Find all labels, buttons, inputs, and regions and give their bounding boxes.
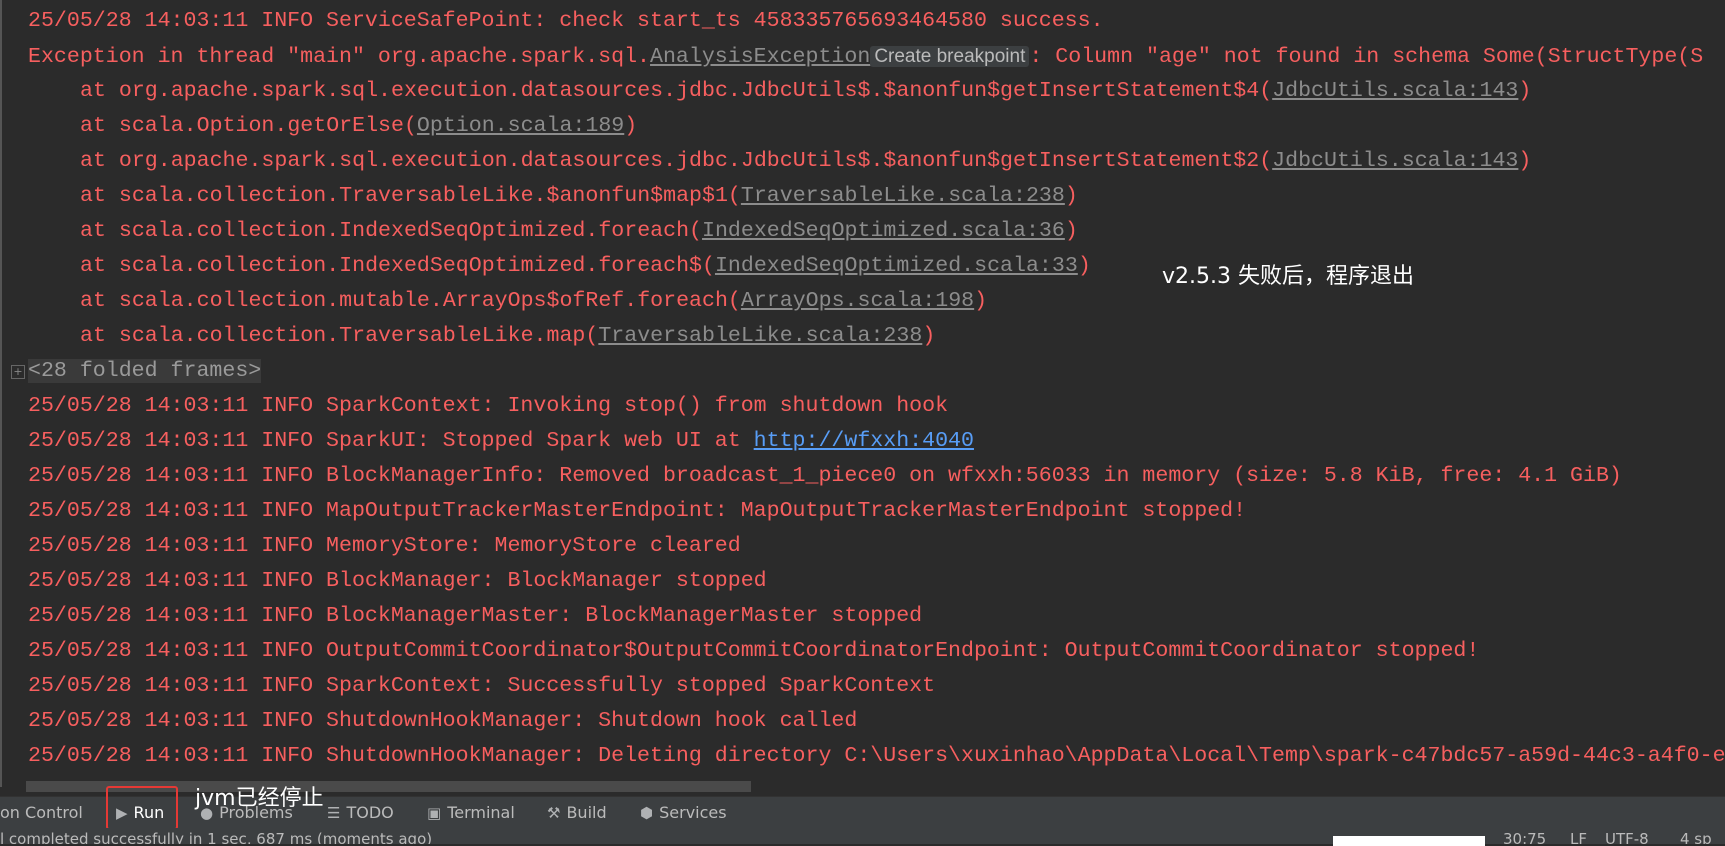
console-text: 25/05/28 14:03:11 INFO SparkContext: Inv… (28, 394, 949, 418)
create-breakpoint-button[interactable]: Create breakpoint (870, 46, 1030, 67)
status-message: l completed successfully in 1 sec, 687 m… (0, 830, 433, 844)
tab-todo[interactable]: ☰ TODO (327, 797, 394, 829)
console-line: at scala.collection.TraversableLike.$ano… (80, 179, 1078, 214)
console-text: 25/05/28 14:03:11 INFO ShutdownHookManag… (28, 744, 1725, 768)
console-line: 25/05/28 14:03:11 INFO BlockManagerMaste… (28, 599, 922, 634)
url-link[interactable]: http://wfxxh:4040 (754, 429, 974, 453)
console-text: ) (624, 114, 638, 138)
console-line: 25/05/28 14:03:11 INFO ShutdownHookManag… (28, 739, 1725, 774)
source-link[interactable]: IndexedSeqOptimized.scala:33 (715, 254, 1078, 278)
console-text: 25/05/28 14:03:11 INFO SparkContext: Suc… (28, 674, 936, 698)
annotation-jvm: jvm已经停止 (195, 786, 324, 811)
console-line: at scala.collection.IndexedSeqOptimized.… (80, 249, 1091, 284)
run-highlight-box (106, 786, 178, 830)
console-text: 25/05/28 14:03:11 INFO ServiceSafePoint:… (28, 9, 1104, 33)
run-console-output: 25/05/28 14:03:11 INFO ServiceSafePoint:… (0, 0, 1725, 787)
console-text: at scala.collection.IndexedSeqOptimized.… (80, 219, 703, 243)
console-text: ) (1064, 184, 1078, 208)
services-icon: ⬢ (640, 804, 654, 822)
console-text: 25/05/28 14:03:11 INFO ShutdownHookManag… (28, 709, 858, 733)
ime-toolbar (1333, 836, 1485, 846)
source-link[interactable]: Option.scala:189 (417, 114, 624, 138)
console-line: 25/05/28 14:03:11 INFO ShutdownHookManag… (28, 704, 857, 739)
console-text: ) (1518, 149, 1532, 173)
console-text: ) (922, 324, 936, 348)
indent-setting[interactable]: 4 sp (1680, 828, 1712, 844)
console-line: at scala.collection.TraversableLike.map(… (80, 319, 935, 354)
console-text: at scala.collection.TraversableLike.map( (80, 324, 599, 348)
expand-icon[interactable]: + (11, 365, 25, 379)
console-line: 25/05/28 14:03:11 INFO MapOutputTrackerM… (28, 494, 1246, 529)
console-line: at org.apache.spark.sql.execution.dataso… (80, 144, 1531, 179)
console-text: Exception in thread "main" org.apache.sp… (28, 45, 651, 69)
tab-build[interactable]: ⚒ Build (547, 797, 607, 829)
console-line: 25/05/28 14:03:11 INFO SparkContext: Suc… (28, 669, 935, 704)
tab-version-control[interactable]: on Control (0, 797, 83, 829)
annotation-note: v2.5.3 失败后，程序退出 (1162, 264, 1414, 289)
console-text: ) (1077, 254, 1091, 278)
console-line: 25/05/28 14:03:11 INFO MemoryStore: Memo… (28, 529, 741, 564)
console-text: at scala.collection.TraversableLike.$ano… (80, 184, 741, 208)
source-link[interactable]: TraversableLike.scala:238 (741, 184, 1065, 208)
console-text: at org.apache.spark.sql.execution.dataso… (80, 149, 1273, 173)
tab-label: Build (566, 803, 607, 822)
line-separator[interactable]: LF (1570, 828, 1587, 844)
console-line: at scala.collection.IndexedSeqOptimized.… (80, 214, 1078, 249)
console-text: at scala.collection.mutable.ArrayOps$ofR… (80, 289, 741, 313)
console-line: Exception in thread "main" org.apache.sp… (28, 39, 1703, 74)
console-line: 25/05/28 14:03:11 INFO SparkContext: Inv… (28, 389, 948, 424)
tab-label: Services (659, 803, 727, 822)
terminal-icon: ▣ (427, 804, 442, 822)
console-line: at scala.Option.getOrElse(Option.scala:1… (80, 109, 637, 144)
console-text: ) (1064, 219, 1078, 243)
console-text: at scala.collection.IndexedSeqOptimized.… (80, 254, 715, 278)
console-text: 25/05/28 14:03:11 INFO MapOutputTrackerM… (28, 499, 1247, 523)
console-text: 25/05/28 14:03:11 INFO SparkUI: Stopped … (28, 429, 754, 453)
console-text: 25/05/28 14:03:11 INFO BlockManagerMaste… (28, 604, 923, 628)
tab-label: Terminal (447, 803, 515, 822)
console-text: 25/05/28 14:03:11 INFO BlockManagerInfo:… (28, 464, 1622, 488)
console-line: 25/05/28 14:03:11 INFO OutputCommitCoord… (28, 634, 1479, 669)
tab-label: TODO (346, 803, 394, 822)
console-line: 25/05/28 14:03:11 INFO BlockManager: Blo… (28, 564, 767, 599)
console-text: ) (1518, 79, 1532, 103)
tab-terminal[interactable]: ▣ Terminal (427, 797, 515, 829)
console-line: 25/05/28 14:03:11 INFO ServiceSafePoint:… (28, 4, 1104, 39)
build-icon: ⚒ (547, 804, 561, 822)
tab-label: on Control (0, 803, 83, 822)
source-link[interactable]: ArrayOps.scala:198 (741, 289, 974, 313)
todo-icon: ☰ (327, 804, 341, 822)
source-link[interactable]: AnalysisException (650, 45, 870, 69)
console-text: ) (974, 289, 988, 313)
console-line: 25/05/28 14:03:11 INFO BlockManagerInfo:… (28, 459, 1622, 494)
tab-services[interactable]: ⬢ Services (640, 797, 727, 829)
source-link[interactable]: JdbcUtils.scala:143 (1272, 79, 1518, 103)
console-text: at org.apache.spark.sql.execution.dataso… (80, 79, 1273, 103)
source-link[interactable]: TraversableLike.scala:238 (598, 324, 922, 348)
console-text: at scala.Option.getOrElse( (80, 114, 417, 138)
console-line: 25/05/28 14:03:11 INFO SparkUI: Stopped … (28, 424, 974, 459)
console-text: 25/05/28 14:03:11 INFO MemoryStore: Memo… (28, 534, 741, 558)
caret-position[interactable]: 30:75 (1503, 828, 1546, 844)
folded-frames[interactable]: <28 folded frames> (28, 354, 262, 389)
console-text: 25/05/28 14:03:11 INFO BlockManager: Blo… (28, 569, 767, 593)
console-line: at scala.collection.mutable.ArrayOps$ofR… (80, 284, 987, 319)
console-text: : Column "age" not found in schema Some(… (1029, 45, 1704, 69)
file-encoding[interactable]: UTF-8 (1605, 828, 1649, 844)
folded-frames-label[interactable]: <28 folded frames> (28, 359, 262, 383)
console-line: at org.apache.spark.sql.execution.dataso… (80, 74, 1531, 109)
source-link[interactable]: IndexedSeqOptimized.scala:36 (702, 219, 1065, 243)
console-text: 25/05/28 14:03:11 INFO OutputCommitCoord… (28, 639, 1480, 663)
source-link[interactable]: JdbcUtils.scala:143 (1272, 149, 1518, 173)
